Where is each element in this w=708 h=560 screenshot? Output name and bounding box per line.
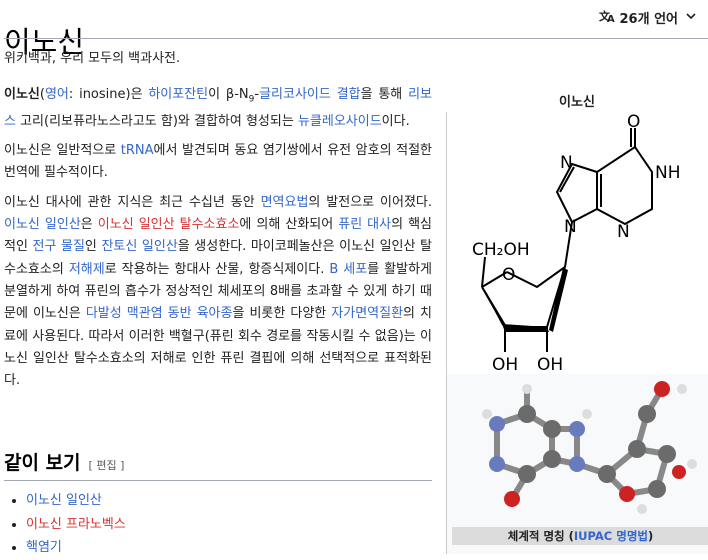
paragraph-metabolism: 이노신 대사에 관한 지식은 최근 수십년 동안 면역요법의 발전으로 이어졌다… bbox=[4, 192, 432, 393]
paragraph-trna: 이노신은 일반적으로 tRNA에서 발견되며 동요 염기쌍에서 유전 암호의 적… bbox=[4, 140, 432, 185]
language-button[interactable]: 文 A 26개 언어 bbox=[599, 8, 697, 27]
label-n-glycosidic: N bbox=[564, 217, 577, 237]
link-xmp[interactable]: 잔토신 일인산 bbox=[101, 239, 177, 254]
link-glycosidic-bond[interactable]: 글리코사이드 결합 bbox=[259, 87, 361, 102]
label-ch2oh: CH₂OH bbox=[472, 240, 530, 260]
text: 에 의해 산화되어 bbox=[239, 217, 339, 233]
list-item: 핵염기 bbox=[26, 536, 432, 560]
link-immunotherapy[interactable]: 면역요법 bbox=[261, 195, 309, 210]
link-imp[interactable]: 이노신 일인산 bbox=[4, 217, 81, 232]
link-purine-metabolism[interactable]: 퓨린 대사 bbox=[338, 217, 391, 232]
redlink-impdh[interactable]: 이노신 일인산 탈수소효소 bbox=[98, 217, 240, 232]
text: 이노신은 일반적으로 bbox=[4, 143, 121, 159]
label-oh-left: OH bbox=[492, 355, 518, 374]
text: 이다. bbox=[381, 113, 410, 129]
infobox-body: O NH N N N O CH₂OH OH OH 체계적 명칭 (IUPAC 명… bbox=[446, 112, 708, 554]
chevron-down-icon bbox=[686, 12, 696, 23]
heading-text: 같이 보기 bbox=[4, 452, 81, 474]
title-divider bbox=[4, 38, 708, 39]
text: 의 발전으로 이어졌다. bbox=[308, 194, 432, 210]
term-bold: 이노신 bbox=[4, 87, 40, 102]
article-body: 이노신(영어: inosine)은 하이포잔틴이 β-N9-글리코사이드 결합을… bbox=[4, 84, 432, 399]
text: 로 작용하는 항대사 산물, 항증식제이다. bbox=[104, 261, 330, 277]
label-o-carbonyl: O bbox=[627, 112, 640, 132]
caption-suffix: ) bbox=[647, 529, 654, 543]
paragraph-intro: 이노신(영어: inosine)은 하이포잔틴이 β-N9-글리코사이드 결합을… bbox=[4, 84, 432, 133]
text: 인 bbox=[84, 239, 102, 255]
text: 을 통해 bbox=[360, 87, 409, 102]
label-n-imidazole: N bbox=[560, 153, 573, 173]
skeletal-structure[interactable]: O NH N N N O CH₂OH OH OH bbox=[447, 112, 708, 374]
label-nh: NH bbox=[655, 163, 681, 183]
site-tagline: 위키백과, 우리 모두의 백과사전. bbox=[4, 51, 181, 66]
label-o-ring: O bbox=[502, 265, 515, 285]
link-imp-see-also[interactable]: 이노신 일인산 bbox=[26, 493, 102, 508]
link-precursor[interactable]: 전구 물질 bbox=[33, 239, 85, 254]
link-nucleobase[interactable]: 핵염기 bbox=[26, 540, 62, 555]
svg-text:A: A bbox=[607, 14, 615, 23]
label-oh-right: OH bbox=[537, 355, 563, 374]
see-also-section: 같이 보기 [ 편집 ] 이노신 일인산 이노신 프라노벡스 핵염기 bbox=[4, 448, 432, 560]
text: 은 bbox=[80, 217, 98, 233]
ball-and-stick-model[interactable] bbox=[447, 374, 708, 524]
edit-link[interactable]: [ 편집 ] bbox=[89, 457, 125, 473]
see-also-list: 이노신 일인산 이노신 프라노벡스 핵염기 bbox=[4, 489, 432, 560]
text: 이 β-N bbox=[208, 87, 249, 102]
redlink-inosine-pranobex[interactable]: 이노신 프라노벡스 bbox=[26, 517, 126, 532]
infobox-caption: 체계적 명칭 (IUPAC 명명법) bbox=[452, 527, 708, 545]
text: : inosine)은 bbox=[68, 87, 149, 102]
link-hypoxanthine[interactable]: 하이포잔틴 bbox=[148, 87, 208, 102]
text: 이노신 대사에 관한 지식은 최근 수십년 동안 bbox=[4, 194, 261, 210]
translate-icon: 文 A bbox=[599, 9, 615, 27]
caption-prefix: 체계적 명칭 ( bbox=[507, 529, 574, 543]
infobox: 이노신 O NH N N N O CH₂OH OH OH 체계적 명칭 (IUP… bbox=[446, 86, 708, 554]
list-item: 이노신 프라노벡스 bbox=[26, 513, 432, 537]
language-count: 26개 언어 bbox=[619, 12, 679, 27]
text: 을 비롯한 다양한 bbox=[232, 306, 332, 322]
link-granulomatosis[interactable]: 다발성 맥관염 동반 육아종 bbox=[86, 306, 233, 321]
infobox-title: 이노신 bbox=[559, 95, 595, 110]
link-autoimmune[interactable]: 자가면역질환 bbox=[331, 306, 403, 321]
link-english[interactable]: 영어 bbox=[45, 87, 69, 102]
link-iupac[interactable]: IUPAC 명명법 bbox=[574, 529, 648, 543]
label-n-ring: N bbox=[617, 222, 630, 242]
link-trna[interactable]: tRNA bbox=[121, 143, 154, 158]
list-item: 이노신 일인산 bbox=[26, 489, 432, 513]
link-inhibitor[interactable]: 저해제 bbox=[69, 262, 105, 277]
link-b-cell[interactable]: B 세포 bbox=[329, 262, 367, 277]
see-also-heading: 같이 보기 [ 편집 ] bbox=[4, 448, 432, 475]
link-nucleoside[interactable]: 뉴클레오사이드 bbox=[298, 114, 382, 129]
heading-divider bbox=[4, 480, 432, 481]
text: 고리(리보퓨라노스라고도 함)와 결합하여 형성되는 bbox=[15, 113, 298, 129]
